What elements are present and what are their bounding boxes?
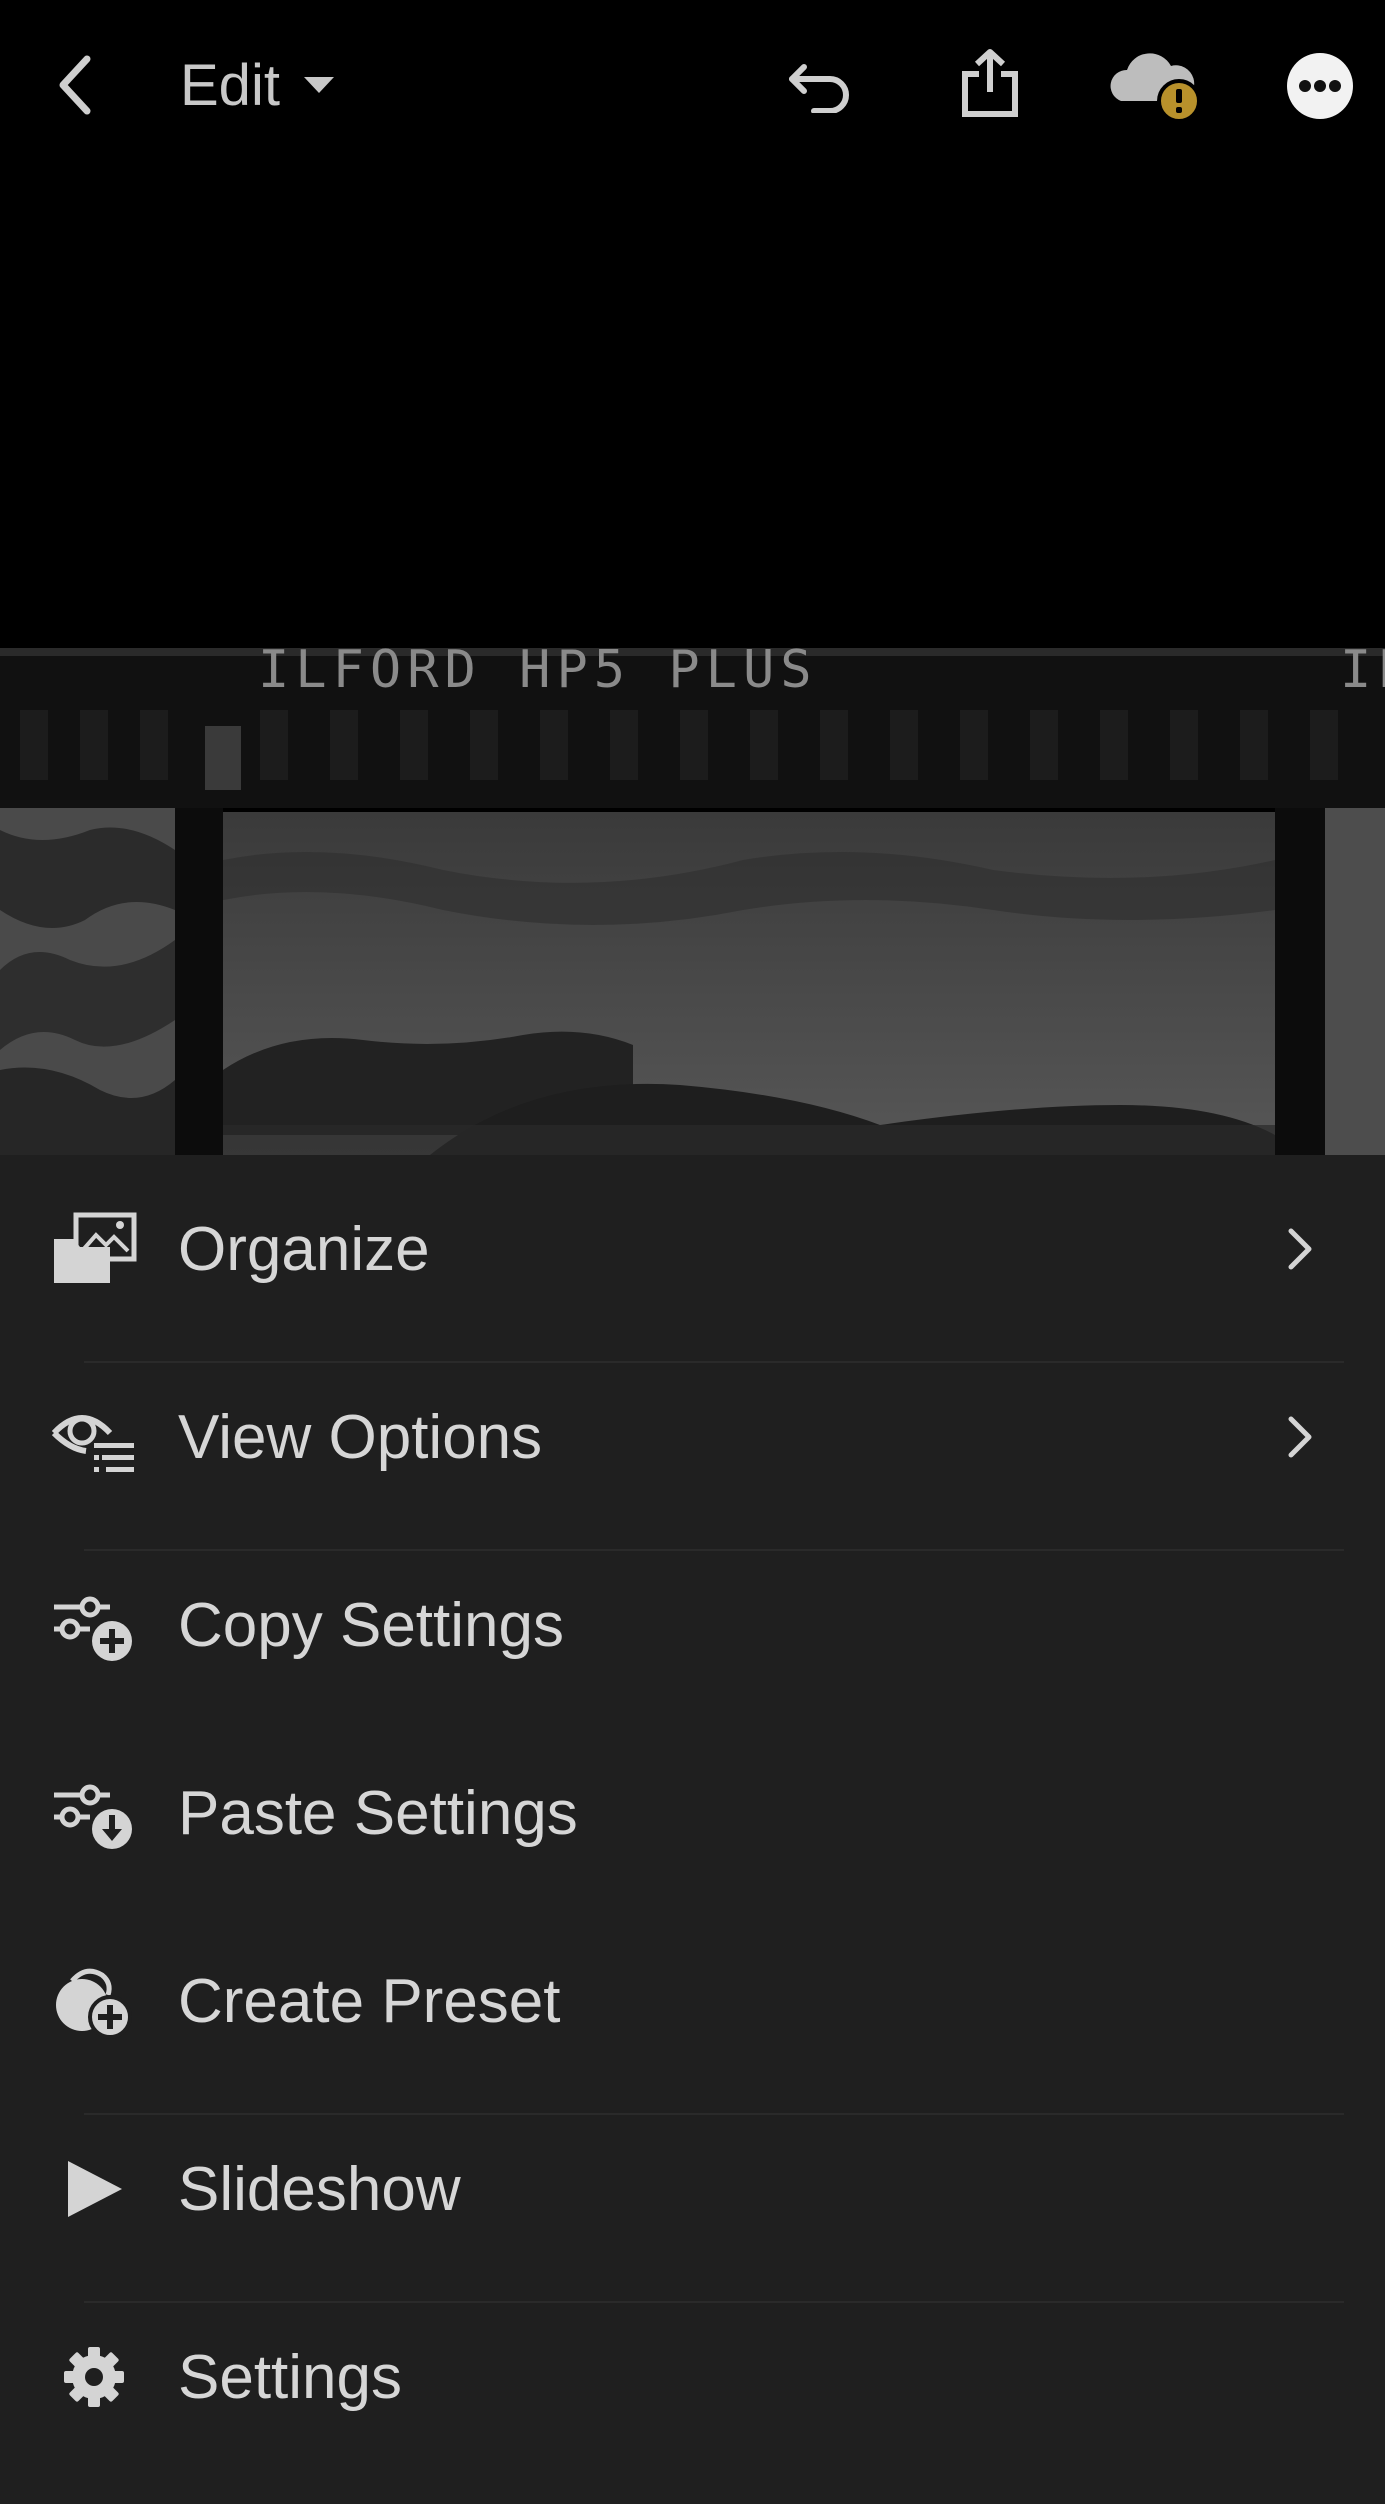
top-bar: Edit [0,0,1385,170]
menu-label-copy-settings: Copy Settings [178,1590,564,1660]
menu-item-settings[interactable]: Settings [0,2283,1385,2471]
edit-mode-dropdown[interactable]: Edit [180,50,336,120]
menu-item-copy-settings[interactable]: Copy Settings [0,1531,1385,1719]
view-options-icon [48,1391,140,1483]
menu-label-organize: Organize [178,1214,430,1284]
film-edge-text: ILFORD HP5 PLUS [258,640,818,700]
more-options-menu: Organize View Options Copy Settings Past… [0,1155,1385,2504]
copy-settings-icon [48,1579,140,1671]
organize-icon [48,1203,140,1295]
film-edge-text-partial: IL [1340,640,1385,700]
menu-label-slideshow: Slideshow [178,2154,461,2224]
more-options-button[interactable] [1280,46,1360,126]
menu-label-paste-settings: Paste Settings [178,1778,578,1848]
menu-item-paste-settings[interactable]: Paste Settings [0,1719,1385,1907]
share-icon [962,49,1018,117]
caret-down-icon [303,77,334,93]
chevron-right-icon [1280,1219,1320,1279]
menu-item-slideshow[interactable]: Slideshow [0,2095,1385,2283]
back-button[interactable] [40,45,110,125]
menu-label-settings: Settings [178,2342,403,2412]
menu-label-view-options: View Options [178,1402,543,1472]
more-icon [1287,53,1353,119]
chevron-right-icon [1280,1407,1320,1467]
photo-preview: ILFORD HP5 PLUS IL [0,170,1385,1155]
menu-item-view-options[interactable]: View Options [0,1343,1385,1531]
paste-settings-icon [48,1767,140,1859]
menu-item-organize[interactable]: Organize [0,1155,1385,1343]
play-icon [48,2143,140,2235]
gear-icon [48,2331,140,2423]
undo-icon [789,64,849,113]
cloud-warning-icon [1110,53,1201,123]
undo-button[interactable] [780,45,860,125]
cloud-sync-button[interactable] [1100,40,1210,130]
menu-item-create-preset[interactable]: Create Preset [0,1907,1385,2095]
share-button[interactable] [950,40,1030,126]
edit-mode-label: Edit [180,52,280,118]
menu-label-create-preset: Create Preset [178,1966,561,2036]
back-arrow-icon [59,55,91,115]
create-preset-icon [48,1955,140,2047]
